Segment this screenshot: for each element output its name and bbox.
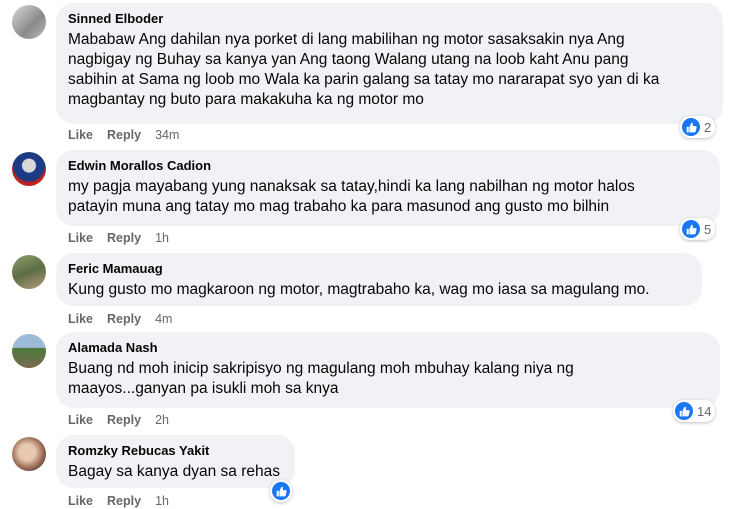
reply-button[interactable]: Reply [107,311,141,327]
comment-bubble: Edwin Morallos Cadion my pagja mayabang … [56,150,720,226]
comment-bubble: Feric Mamauag Kung gusto mo magkaroon ng… [56,253,702,306]
avatar[interactable] [12,152,46,186]
reply-button[interactable]: Reply [107,127,141,143]
comment-text: Kung gusto mo magkaroon ng motor, magtra… [68,281,650,298]
comment-bubble: Sinned Elboder Mababaw Ang dahilan nya p… [56,3,723,124]
avatar[interactable] [12,334,46,368]
avatar[interactable] [12,255,46,289]
comment-author[interactable]: Feric Mamauag [68,260,690,277]
like-button[interactable]: Like [68,311,93,327]
like-icon [682,118,700,136]
comment-bubble: Romzky Rebucas Yakit Bagay sa kanya dyan… [56,435,295,488]
like-icon [682,220,700,238]
comment-text: Mababaw Ang dahilan nya porket di lang m… [68,31,660,108]
comment-author[interactable]: Alamada Nash [68,339,708,356]
comment-author[interactable]: Edwin Morallos Cadion [68,157,708,174]
like-button[interactable]: Like [68,127,93,143]
reaction-count[interactable]: 2 [680,116,716,138]
reaction-count[interactable]: 14 [673,400,716,422]
comment-time[interactable]: 4m [155,311,172,327]
comment-time[interactable]: 1h [155,230,169,246]
comment-actions: Like Reply 4m [68,311,186,327]
comment-text: Buang nd moh inicip sakripisyo ng magula… [68,360,574,397]
comment-time[interactable]: 34m [155,127,179,143]
reaction-count[interactable] [270,480,292,502]
comment-author[interactable]: Romzky Rebucas Yakit [68,442,283,459]
comment-actions: Like Reply 2h [68,412,183,428]
comment-time[interactable]: 2h [155,412,169,428]
avatar[interactable] [12,437,46,471]
like-icon [272,482,290,500]
comment-actions: Like Reply 1h [68,230,183,246]
comment-text: my pagja mayabang yung nanaksak sa tatay… [68,178,635,215]
reaction-count[interactable]: 5 [680,218,716,240]
reply-button[interactable]: Reply [107,412,141,428]
like-button[interactable]: Like [68,412,93,428]
reply-button[interactable]: Reply [107,230,141,246]
like-button[interactable]: Like [68,230,93,246]
avatar[interactable] [12,5,46,39]
comment-bubble: Alamada Nash Buang nd moh inicip sakripi… [56,332,720,408]
comment-actions: Like Reply 34m [68,127,193,143]
comment-text: Bagay sa kanya dyan sa rehas [68,463,280,480]
comment-author[interactable]: Sinned Elboder [68,10,711,27]
like-icon [675,402,693,420]
